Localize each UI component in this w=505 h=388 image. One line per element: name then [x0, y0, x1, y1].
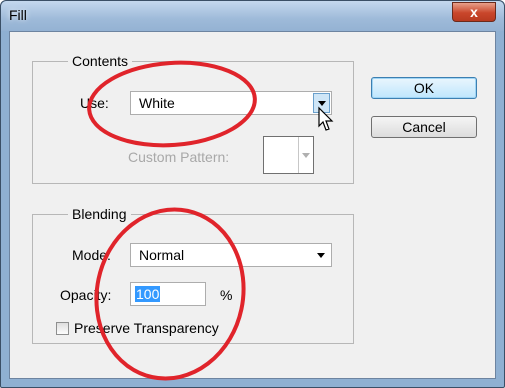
- use-dropdown-arrow-button[interactable]: [313, 93, 330, 113]
- use-label: Use:: [80, 95, 109, 111]
- blending-legend: Blending: [68, 206, 131, 222]
- custom-pattern-label: Custom Pattern:: [128, 149, 230, 165]
- custom-pattern-arrow: [298, 137, 313, 173]
- mode-dropdown[interactable]: Normal: [130, 243, 332, 267]
- dialog-title: Fill: [9, 7, 27, 23]
- chevron-down-icon: [317, 253, 325, 258]
- preserve-transparency-checkbox[interactable]: [56, 322, 69, 335]
- dialog-body: Contents Use: White Custom Pattern: Blen…: [9, 31, 496, 381]
- mode-value: Normal: [139, 247, 185, 263]
- close-button[interactable]: x: [452, 2, 496, 22]
- contents-legend: Contents: [68, 53, 133, 69]
- opacity-input[interactable]: 100: [130, 282, 206, 306]
- chevron-down-icon: [318, 101, 326, 106]
- mode-label: Mode:: [72, 247, 111, 263]
- title-bar[interactable]: Fill x: [1, 1, 504, 31]
- chevron-down-icon: [302, 153, 310, 158]
- cancel-button[interactable]: Cancel: [371, 116, 477, 138]
- opacity-label: Opacity:: [60, 287, 112, 303]
- opacity-value: 100: [135, 286, 161, 302]
- opacity-unit: %: [220, 287, 233, 303]
- preserve-transparency-label[interactable]: Preserve Transparency: [74, 320, 219, 336]
- use-dropdown[interactable]: White: [130, 91, 332, 115]
- fill-dialog-window: Fill x Contents Use: White Custom Patter…: [0, 0, 505, 388]
- custom-pattern-picker: [263, 136, 314, 174]
- ok-button[interactable]: OK: [371, 77, 477, 99]
- use-value: White: [139, 95, 175, 111]
